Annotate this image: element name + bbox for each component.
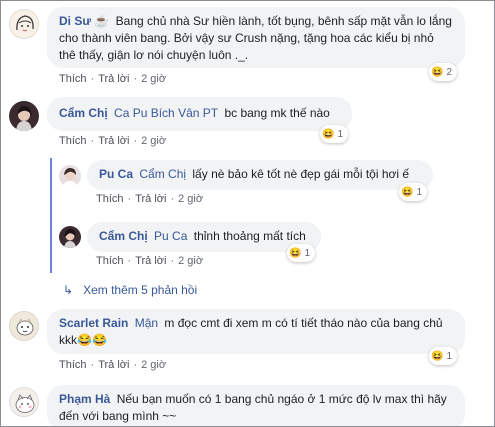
view-more-replies-link[interactable]: ↳ Xem thêm 5 phản hồi xyxy=(63,283,197,297)
comment-bubble: Di Sư ☕ Bang chủ nhà Sư hiền lành, tốt b… xyxy=(47,7,465,68)
reply-link[interactable]: Trả lời xyxy=(98,135,129,147)
comment-actions: Thích · Trả lời · 2 giờ xyxy=(59,73,167,85)
cartoon-face-icon xyxy=(15,394,35,413)
like-link[interactable]: Thích xyxy=(59,135,87,147)
reply-link[interactable]: Trả lời xyxy=(98,73,129,85)
mention[interactable]: Cẩm Chị xyxy=(139,167,186,181)
reply-arrow-icon: ↳ xyxy=(63,283,74,297)
commenter-name[interactable]: Pu Ca xyxy=(99,167,133,181)
comment-thread: Di Sư ☕ Bang chủ nhà Sư hiền lành, tốt b… xyxy=(0,0,495,427)
reaction-badge[interactable]: 😆 1 xyxy=(399,183,428,201)
reaction-badge[interactable]: 😆 2 xyxy=(429,63,458,81)
timestamp[interactable]: 2 giờ xyxy=(141,73,166,85)
reply-link[interactable]: Trả lời xyxy=(98,359,129,371)
profile-photo-icon xyxy=(63,168,77,187)
avatar[interactable] xyxy=(9,9,39,39)
reply-bubble: Pu Ca Cẩm Chị lấy nè bảo kê tốt nè đẹp g… xyxy=(87,160,433,190)
timestamp[interactable]: 2 giờ xyxy=(178,255,203,267)
comment-actions: Thích · Trả lời · 2 giờ xyxy=(59,135,167,147)
commenter-name[interactable]: Scarlet Rain xyxy=(59,316,128,330)
profile-photo-icon xyxy=(64,229,76,248)
comment-text: bc bang mk thế nào xyxy=(224,106,330,120)
comment-text: lấy nè bảo kê tốt nè đẹp gái mỗi tội hơi… xyxy=(192,167,410,181)
avatar[interactable] xyxy=(9,387,39,417)
reply-thread-line xyxy=(50,158,52,273)
comment-text: thỉnh thoảng mất tích xyxy=(193,229,306,243)
comment-actions: Thích · Trả lời · 2 giờ xyxy=(59,359,167,371)
reaction-badge[interactable]: 😆 1 xyxy=(320,125,349,143)
reaction-badge[interactable]: 😆 1 xyxy=(287,244,316,262)
avatar[interactable] xyxy=(9,101,39,131)
commenter-name[interactable]: Phạm Hà xyxy=(59,392,110,406)
reply-link[interactable]: Trả lời xyxy=(135,193,166,205)
avatar[interactable] xyxy=(9,311,39,341)
laughing-emoji-icon: 😆 xyxy=(289,247,302,259)
comment-actions: Thích · Trả lời · 2 giờ xyxy=(96,255,204,267)
avatar[interactable] xyxy=(59,226,81,248)
comment-bubble: Scarlet Rain Mận m đọc cmt đi xem m có t… xyxy=(47,309,465,354)
avatar[interactable] xyxy=(59,165,81,187)
mention[interactable]: Pu Ca xyxy=(154,229,187,243)
laughing-emoji-icon: 😆 xyxy=(401,186,414,198)
commenter-name[interactable]: Di Sư ☕ xyxy=(59,14,109,28)
comment-bubble: Phạm Hà Nếu bạn muốn có 1 bang chủ ngáo … xyxy=(47,385,465,426)
like-link[interactable]: Thích xyxy=(59,73,87,85)
timestamp[interactable]: 2 giờ xyxy=(141,359,166,371)
commenter-name[interactable]: Cẩm Chị xyxy=(99,229,148,243)
like-link[interactable]: Thích xyxy=(59,359,87,371)
like-link[interactable]: Thích xyxy=(96,255,124,267)
reaction-badge[interactable]: 😆 1 xyxy=(429,347,458,365)
comment-bubble: Cẩm Chị Ca Pu Bích Vân PT bc bang mk thế… xyxy=(47,97,352,131)
comment-text: Bang chủ nhà Sư hiền lành, tốt bụng, bên… xyxy=(59,14,452,62)
laughing-emoji-icon: 😆 xyxy=(431,350,444,362)
cartoon-face-icon xyxy=(16,318,34,336)
profile-photo-icon xyxy=(16,106,32,131)
comment-actions: Thích · Trả lời · 2 giờ xyxy=(96,193,204,205)
reply-link[interactable]: Trả lời xyxy=(135,255,166,267)
timestamp[interactable]: 2 giờ xyxy=(141,135,166,147)
mention[interactable]: Mận xyxy=(135,316,158,330)
girl-sketch-icon xyxy=(16,15,34,32)
like-link[interactable]: Thích xyxy=(96,193,124,205)
reply-bubble: Cẩm Chị Pu Ca thỉnh thoảng mất tích xyxy=(87,222,321,252)
comment-text: Nếu bạn muốn có 1 bang chủ ngáo ở 1 mức … xyxy=(59,392,447,423)
laughing-emoji-icon: 😆 xyxy=(322,128,335,140)
mention[interactable]: Ca Pu Bích Vân PT xyxy=(114,106,218,120)
laughing-emoji-icon: 😆 xyxy=(431,66,444,78)
commenter-name[interactable]: Cẩm Chị xyxy=(59,106,108,120)
timestamp[interactable]: 2 giờ xyxy=(178,193,203,205)
